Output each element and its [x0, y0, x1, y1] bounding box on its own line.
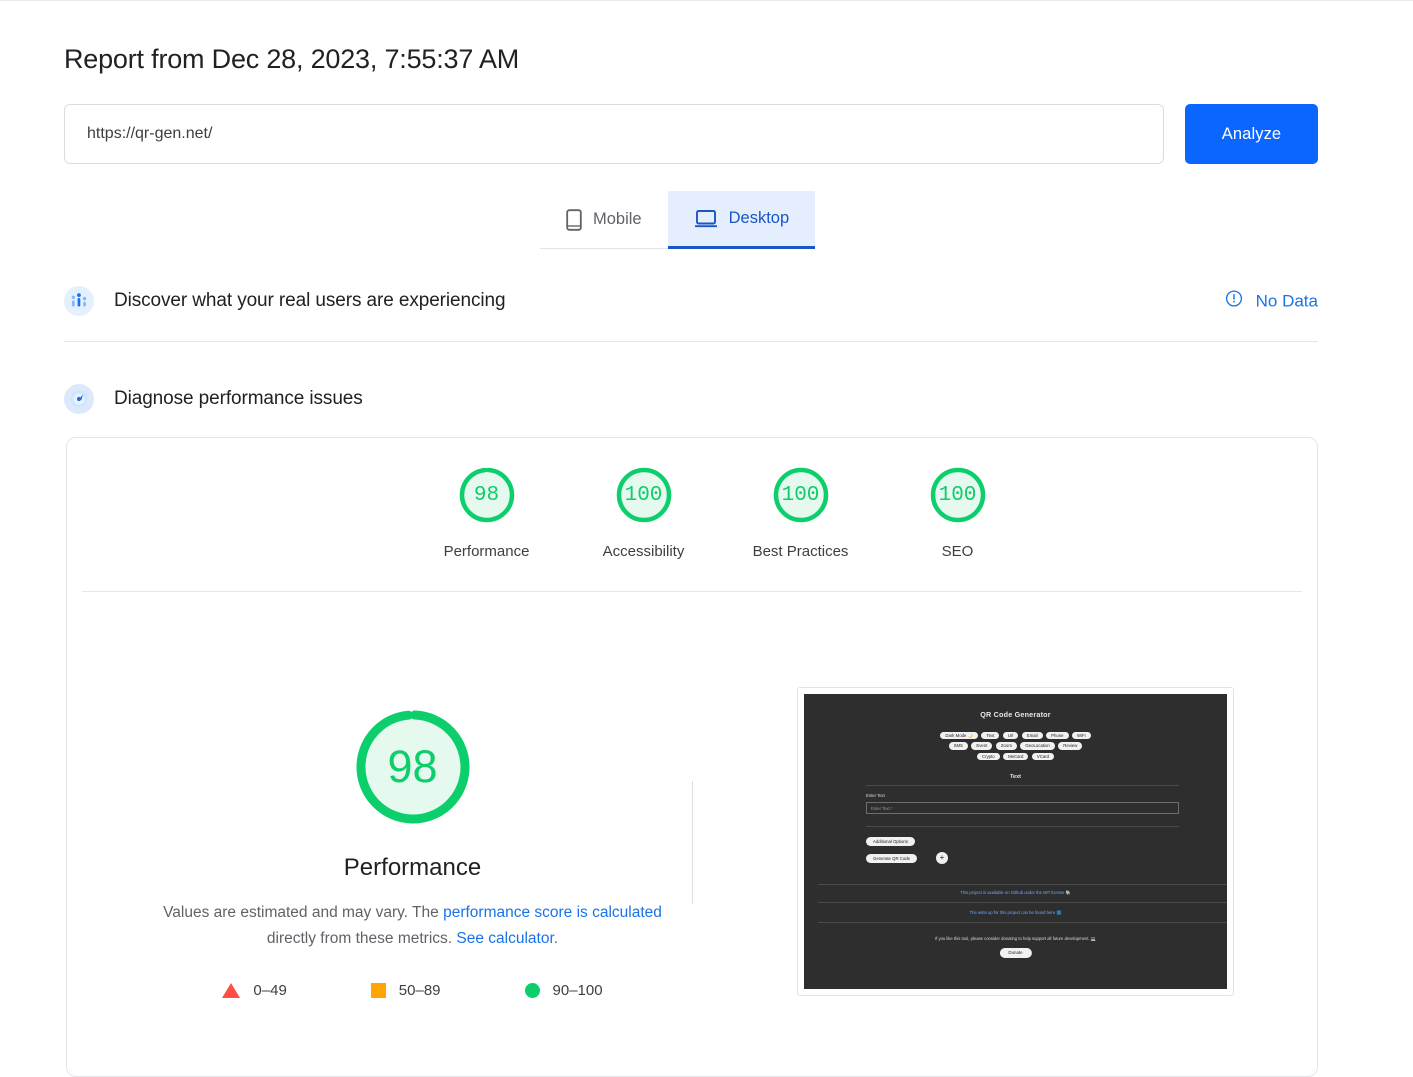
screenshot-footer-rule — [818, 902, 1227, 903]
screenshot-footer-rule — [818, 884, 1227, 885]
square-icon — [370, 983, 386, 998]
see-calculator-link[interactable]: See calculator — [456, 930, 553, 947]
info-circle-icon — [1225, 290, 1243, 313]
tab-mobile-label: Mobile — [593, 210, 642, 228]
lighthouse-icon — [64, 384, 94, 414]
performance-score-value: 98 — [387, 741, 438, 792]
lighthouse-report-card: 98 Performance 100 Accessibility 100 Bes… — [66, 437, 1318, 1077]
legend-item-average: 50–89 — [370, 982, 441, 999]
screenshot-text-input: Enter Text * — [866, 802, 1179, 814]
pill-vcard: VCard — [1031, 752, 1055, 761]
tab-desktop-label: Desktop — [728, 209, 790, 227]
pill-crypto: Crypto — [976, 752, 1000, 761]
real-users-icon — [64, 286, 94, 316]
legend-item-fail: 0–49 — [222, 982, 287, 999]
score-label-seo: SEO — [941, 543, 974, 560]
performance-description: Values are estimated and may vary. The p… — [153, 900, 673, 952]
pill-url: Url — [1002, 732, 1019, 740]
performance-gauge: 98 — [349, 703, 477, 831]
no-data-label: No Data — [1255, 291, 1318, 310]
top-divider — [0, 0, 1413, 1]
desc-text-1: Values are estimated and may vary. The — [163, 904, 444, 921]
pill-row: Crypto MeCard VCard — [976, 752, 1055, 761]
performance-score-label: Performance — [343, 854, 482, 881]
screenshot-pill-groups: Dark Mode 🌙 Text Url Email Phone WiFi SM… — [804, 732, 1227, 761]
screenshot-github-line: This project is available on Github unde… — [960, 890, 1071, 895]
pill-wifi: WiFi — [1072, 732, 1091, 740]
score-value-seo: 100 — [938, 483, 977, 507]
category-score-list: 98 Performance 100 Accessibility 100 Bes… — [67, 464, 1317, 560]
final-screenshot: QR Code Generator Dark Mode 🌙 Text Url E… — [804, 694, 1227, 989]
screenshot-writeup-line: The write up for this project can be fou… — [969, 910, 1062, 915]
score-gauge-best-practices[interactable]: 100 Best Practices — [722, 464, 879, 560]
circle-icon — [524, 983, 540, 998]
tab-desktop[interactable]: Desktop — [667, 191, 816, 249]
pill-mecard: MeCard — [1003, 752, 1029, 761]
desktop-icon — [694, 209, 718, 229]
desc-text-2: directly from these metrics. — [266, 930, 457, 947]
legend-range-fail: 0–49 — [253, 982, 287, 999]
pill-zoom: Zoom — [995, 742, 1017, 750]
final-screenshot-frame[interactable]: QR Code Generator Dark Mode 🌙 Text Url E… — [797, 687, 1234, 996]
score-gauge-seo[interactable]: 100 SEO — [879, 464, 1036, 560]
pill-email: Email — [1021, 732, 1043, 740]
pill-sms: SMS — [948, 742, 968, 750]
score-legend: 0–49 50–89 90–100 — [67, 982, 758, 999]
screenshot-additional-options-button: Additional Options — [866, 837, 915, 847]
screenshot-section-title: Text — [1009, 774, 1022, 780]
pill-event: Event — [971, 742, 993, 750]
score-gauge-performance[interactable]: 98 Performance — [408, 464, 565, 560]
field-data-section: Discover what your real users are experi… — [64, 281, 1318, 321]
pill-geolocation: GeoLocation — [1020, 742, 1055, 750]
field-data-title: Discover what your real users are experi… — [114, 290, 506, 311]
url-input[interactable] — [64, 104, 1164, 164]
pill-review: Review — [1058, 742, 1083, 750]
form-factor-tabs: Mobile Desktop — [540, 191, 816, 249]
tab-mobile[interactable]: Mobile — [540, 191, 668, 249]
screenshot-rule — [866, 785, 1179, 786]
legend-range-pass: 90–100 — [552, 982, 603, 999]
score-label-accessibility: Accessibility — [602, 543, 685, 560]
pill-row: Dark Mode 🌙 Text Url Email Phone WiFi — [940, 732, 1091, 740]
mobile-icon — [566, 208, 582, 231]
score-label-performance: Performance — [443, 543, 530, 560]
lab-data-title: Diagnose performance issues — [114, 388, 363, 409]
page-title: Report from Dec 28, 2023, 7:55:37 AM — [64, 44, 520, 74]
analyze-button[interactable]: Analyze — [1185, 104, 1318, 164]
pill-phone: Phone — [1046, 732, 1069, 740]
score-value-best-practices: 100 — [781, 483, 820, 507]
pill-text: Text — [981, 732, 1000, 740]
score-value-performance: 98 — [473, 483, 500, 507]
screenshot-rule — [866, 826, 1179, 827]
score-gauge-accessibility[interactable]: 100 Accessibility — [565, 464, 722, 560]
section-divider — [64, 341, 1318, 342]
lab-data-section: Diagnose performance issues — [64, 379, 1318, 419]
screenshot-donate-line: If you like this tool, please consider d… — [935, 936, 1096, 941]
legend-range-average: 50–89 — [398, 982, 441, 999]
screenshot-donate-button: Donate — [999, 948, 1032, 958]
url-form: Analyze — [64, 104, 1318, 164]
card-divider — [82, 591, 1302, 592]
gauge-ring-accessibility: 100 — [613, 464, 675, 526]
gauge-ring-seo: 100 — [927, 464, 989, 526]
screenshot-title: QR Code Generator — [980, 710, 1051, 719]
screenshot-add-button: + — [936, 852, 948, 864]
screenshot-footer-rule — [818, 922, 1227, 923]
legend-item-pass: 90–100 — [524, 982, 603, 999]
screenshot-input-label: Enter Text — [866, 793, 885, 798]
performance-score-link[interactable]: performance score is calculated — [443, 904, 662, 921]
desc-text-3: . — [553, 930, 559, 947]
performance-summary: 98 Performance Values are estimated and … — [67, 703, 758, 999]
score-value-accessibility: 100 — [624, 483, 663, 507]
screenshot-generate-button: Generate QR Code — [866, 854, 918, 864]
score-label-best-practices: Best Practices — [752, 543, 849, 560]
vertical-divider — [692, 781, 693, 904]
gauge-ring-best-practices: 100 — [770, 464, 832, 526]
gauge-ring-performance: 98 — [456, 464, 518, 526]
pill-row: SMS Event Zoom GeoLocation Review — [948, 742, 1083, 750]
triangle-icon — [222, 983, 241, 998]
no-data-status[interactable]: No Data — [1225, 290, 1318, 313]
pill-dark-mode: Dark Mode 🌙 — [940, 732, 978, 740]
